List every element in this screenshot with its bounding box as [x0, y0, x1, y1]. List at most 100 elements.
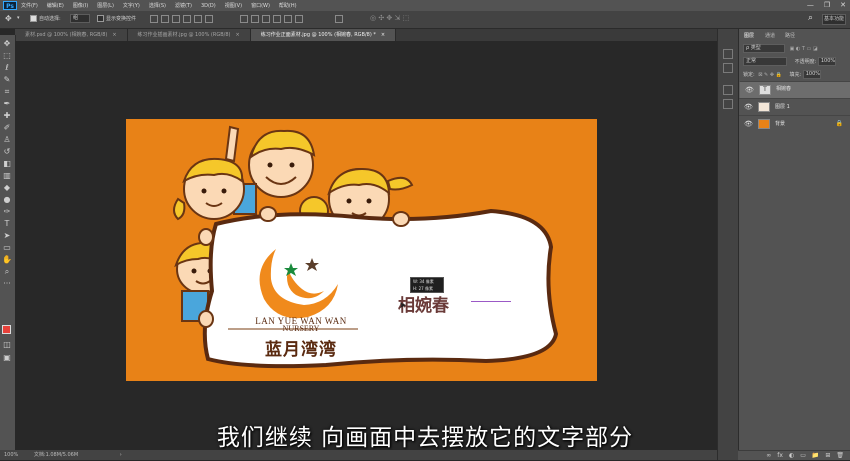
filter-icons[interactable]: ▣ ◐ T ▭ ◪: [790, 46, 818, 52]
auto-align-button[interactable]: [335, 15, 346, 23]
blur-tool-icon[interactable]: ◆: [2, 183, 12, 193]
3d-mode-icons[interactable]: ◎ ✣ ✥ ⇲ ⬚: [370, 14, 409, 22]
tab-document-3[interactable]: 练习作业正面素材.jpg @ 100% (相婉春, RGB/8) * ×: [250, 29, 397, 41]
menu-layer[interactable]: 图层(L): [97, 2, 114, 9]
properties-panel-icon[interactable]: [723, 63, 733, 73]
minimize-button[interactable]: —: [807, 1, 814, 9]
menu-edit[interactable]: 编辑(E): [47, 2, 64, 9]
tab-channels[interactable]: 通道: [765, 32, 775, 39]
fill-field[interactable]: 100%: [802, 70, 821, 79]
status-menu-arrow-icon[interactable]: ›: [120, 452, 122, 458]
auto-select-dropdown[interactable]: 组: [70, 14, 90, 23]
distribute-top-icon[interactable]: [240, 15, 248, 23]
eyedropper-tool-icon[interactable]: ✒: [2, 99, 12, 109]
move-tool-icon[interactable]: ✥: [2, 39, 12, 49]
distribute-hcenter-icon[interactable]: [284, 15, 292, 23]
menu-view[interactable]: 视图(V): [225, 2, 242, 9]
history-brush-tool-icon[interactable]: ↺: [2, 147, 12, 157]
eraser-tool-icon[interactable]: ◧: [2, 159, 12, 169]
distribute-vcenter-icon[interactable]: [251, 15, 259, 23]
history-panel-icon[interactable]: [723, 49, 733, 59]
menu-select[interactable]: 选择(S): [149, 2, 166, 9]
measurement-tooltip: W: 34 像素 H: 27 像素: [410, 277, 444, 293]
quick-mask-icon[interactable]: ◫: [2, 340, 12, 350]
tab-close-icon[interactable]: ×: [112, 32, 116, 38]
foreground-color-swatch[interactable]: [2, 325, 11, 334]
align-right-icon[interactable]: [205, 15, 213, 23]
distribute-right-icon[interactable]: [295, 15, 303, 23]
lasso-tool-icon[interactable]: ℓ: [2, 63, 12, 73]
tab-layers[interactable]: 图层: [744, 32, 754, 39]
align-left-icon[interactable]: [183, 15, 191, 23]
healing-brush-tool-icon[interactable]: ✚: [2, 111, 12, 121]
crop-tool-icon[interactable]: ⌗: [2, 87, 12, 97]
layer-row-background[interactable]: 👁 背景 🔒: [739, 115, 850, 132]
tab-paths[interactable]: 路径: [785, 32, 795, 39]
child-top-left: [173, 157, 245, 221]
layer-filter-dropdown[interactable]: ρ 类型: [743, 44, 785, 53]
tool-preset-dropdown[interactable]: ▾: [17, 15, 20, 21]
fx-icon[interactable]: fx: [777, 451, 783, 460]
opacity-field[interactable]: 100%: [817, 57, 836, 66]
menu-3d[interactable]: 3D(D): [201, 3, 216, 9]
pen-tool-icon[interactable]: ✑: [2, 207, 12, 217]
quick-select-tool-icon[interactable]: ✎: [2, 75, 12, 85]
zoom-level[interactable]: 100%: [4, 452, 18, 458]
menu-help[interactable]: 帮助(H): [279, 2, 297, 9]
more-tools-icon[interactable]: ···: [2, 279, 12, 289]
brush-tool-icon[interactable]: ✐: [2, 123, 12, 133]
hand-tool-icon[interactable]: ✋: [2, 255, 12, 265]
menu-image[interactable]: 图像(I): [73, 2, 88, 9]
tab-close-icon[interactable]: ×: [235, 32, 239, 38]
rectangle-tool-icon[interactable]: ▭: [2, 243, 12, 253]
workspace-dropdown[interactable]: 基本功能: [822, 14, 846, 25]
visibility-eye-icon[interactable]: 👁: [745, 86, 754, 94]
clone-stamp-tool-icon[interactable]: ♙: [2, 135, 12, 145]
align-top-icon[interactable]: [150, 15, 158, 23]
layer-row-text[interactable]: 👁 T 相婉春: [739, 81, 850, 99]
close-button[interactable]: ✕: [840, 1, 846, 9]
visibility-eye-icon[interactable]: 👁: [744, 120, 753, 128]
menu-window[interactable]: 窗口(W): [251, 2, 270, 9]
zoom-tool-icon[interactable]: ⌕: [2, 267, 12, 277]
mask-icon[interactable]: ▭: [800, 451, 806, 460]
menu-type[interactable]: 文字(Y): [123, 2, 140, 9]
distribute-bottom-icon[interactable]: [262, 15, 270, 23]
type-tool-icon[interactable]: T: [2, 219, 12, 229]
lock-icons[interactable]: ⊠ ✎ ✥ 🔒: [758, 72, 782, 78]
path-select-tool-icon[interactable]: ➤: [2, 231, 12, 241]
menu-filter[interactable]: 滤镜(T): [175, 2, 192, 9]
adjustment-layer-icon[interactable]: ◐: [789, 451, 794, 460]
move-tool-icon[interactable]: ✥: [5, 14, 12, 23]
marquee-tool-icon[interactable]: ⬚: [2, 51, 12, 61]
show-transform-checkbox[interactable]: 显示变换控件: [97, 15, 136, 22]
canvas-artboard[interactable]: LAN YUE WAN WAN NURSERY 蓝月湾湾 相婉春 W: 34 像…: [126, 119, 597, 381]
distribute-left-icon[interactable]: [273, 15, 281, 23]
dodge-tool-icon[interactable]: ●: [2, 195, 12, 205]
layer-row-layer1[interactable]: 👁 图层 1: [739, 98, 850, 115]
tab-document-1[interactable]: 素材.psd @ 100% (相婉春, RGB/8) ×: [15, 29, 128, 41]
menu-file[interactable]: 文件(F): [21, 2, 38, 9]
checkbox-icon: [30, 15, 37, 22]
visibility-eye-icon[interactable]: 👁: [744, 103, 753, 111]
screen-mode-icon[interactable]: ▣: [2, 353, 12, 363]
restore-button[interactable]: ❐: [824, 1, 830, 9]
auto-select-checkbox[interactable]: 自动选择:: [30, 15, 61, 22]
tab-close-icon[interactable]: ×: [381, 32, 385, 38]
checkbox-icon: [97, 15, 104, 22]
align-hcenter-icon[interactable]: [194, 15, 202, 23]
link-layers-icon[interactable]: ∞: [766, 451, 771, 460]
paragraph-panel-icon[interactable]: [723, 99, 733, 109]
character-panel-icon[interactable]: [723, 85, 733, 95]
gradient-tool-icon[interactable]: ▥: [2, 171, 12, 181]
group-folder-icon[interactable]: 📁: [812, 451, 819, 460]
trash-icon[interactable]: 🗑: [836, 451, 844, 460]
tab-document-2[interactable]: 练习作业插画素材.jpg @ 100% (RGB/8) ×: [127, 29, 251, 41]
blend-mode-dropdown[interactable]: 正常: [743, 57, 787, 66]
align-buttons[interactable]: [150, 15, 216, 23]
search-icon[interactable]: ⌕: [808, 13, 820, 25]
distribute-buttons[interactable]: [240, 15, 306, 23]
align-bottom-icon[interactable]: [172, 15, 180, 23]
new-layer-icon[interactable]: ⊞: [825, 451, 830, 460]
align-vcenter-icon[interactable]: [161, 15, 169, 23]
